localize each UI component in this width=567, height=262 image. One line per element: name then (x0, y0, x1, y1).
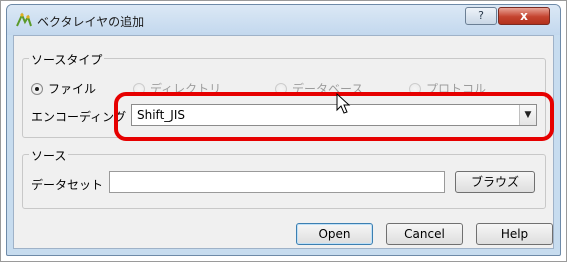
red-highlight-annotation (114, 92, 554, 141)
window-title: ベクタレイヤの追加 (37, 15, 145, 29)
source-group-title: ソース (29, 147, 69, 164)
radio-file-indicator[interactable] (31, 82, 43, 95)
title-help-button[interactable]: ? (465, 7, 497, 25)
title-bar: ベクタレイヤの追加 ? x (7, 5, 560, 35)
radio-file-label: ファイル (48, 82, 97, 96)
source-type-group-title: ソースタイプ (29, 51, 105, 68)
open-button[interactable]: Open (296, 223, 373, 245)
source-group: ソース データセット ブラウズ (22, 147, 546, 209)
radio-file[interactable]: ファイル (31, 80, 96, 97)
close-button[interactable]: x (498, 7, 550, 25)
encoding-label: エンコーディング (31, 110, 127, 124)
dataset-label: データセット (31, 178, 104, 192)
browse-button[interactable]: ブラウズ (455, 171, 535, 193)
qgis-vector-icon (16, 12, 32, 27)
mouse-cursor-icon (336, 93, 351, 114)
cancel-button[interactable]: Cancel (386, 223, 463, 245)
help-button[interactable]: Help (476, 223, 553, 245)
dataset-input[interactable] (109, 171, 445, 193)
dialog-body: ソースタイプ ファイル ディレクトリ データベース プロトコル エンコーディング… (13, 35, 554, 249)
